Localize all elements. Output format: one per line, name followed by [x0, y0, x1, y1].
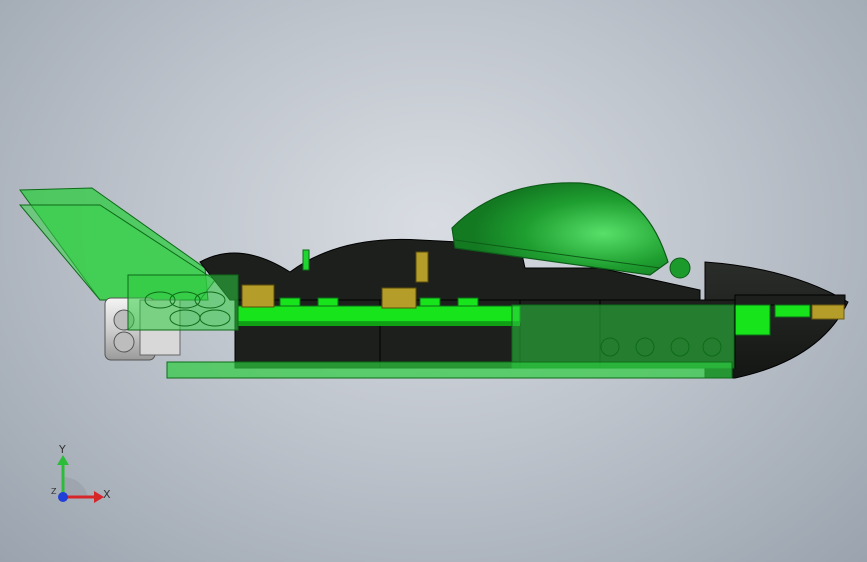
- x-axis-label: X: [103, 488, 111, 501]
- transparent-bricks-mid: [511, 304, 735, 369]
- cad-viewport[interactable]: Y X Z: [0, 0, 867, 562]
- green-stripe: [237, 305, 521, 326]
- z-axis-label: Z: [51, 487, 57, 496]
- model-render: Y X Z: [18, 182, 849, 503]
- axis-triad: [57, 455, 104, 503]
- antenna: [302, 249, 310, 271]
- bottom-plate: [166, 361, 733, 379]
- transparent-bricks-rear: [127, 274, 239, 331]
- y-axis-label: Y: [58, 443, 66, 456]
